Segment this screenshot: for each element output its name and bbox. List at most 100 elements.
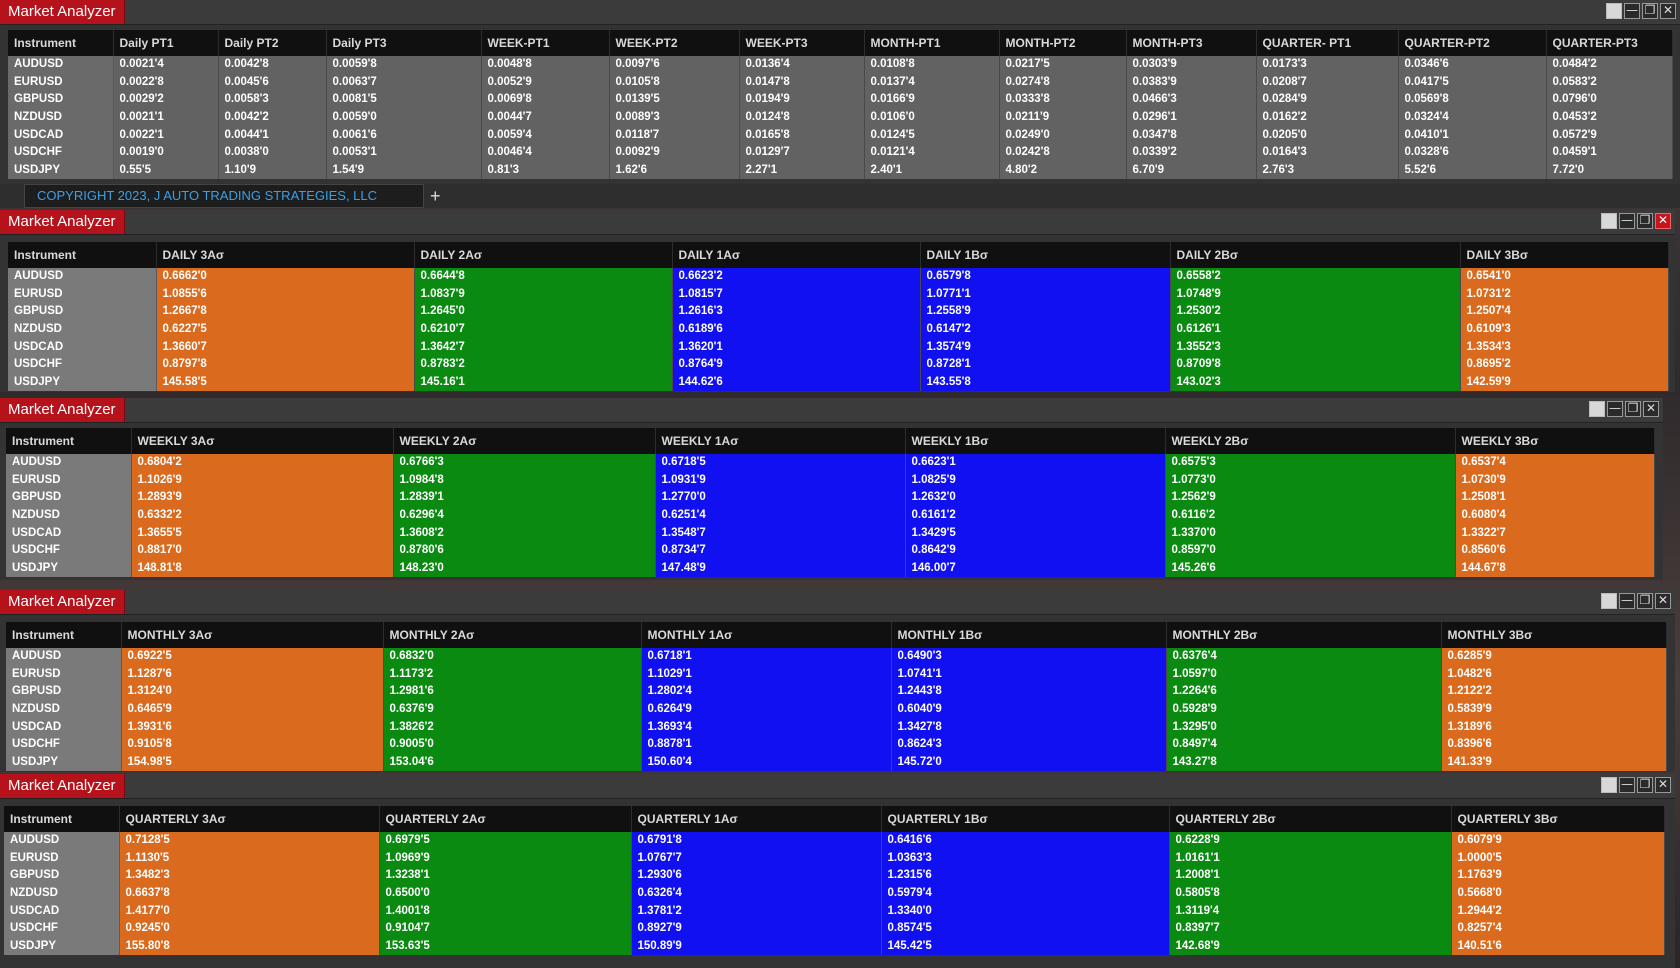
value-cell[interactable]: 1.2008'1: [1169, 867, 1452, 885]
value-cell[interactable]: 0.0121'4: [864, 143, 1000, 162]
value-cell[interactable]: 0.6285'9: [1441, 648, 1667, 666]
table-row[interactable]: GBPUSD 1.3482'3 1.3238'1 1.2930'6 1.2315'6 1.…: [4, 867, 1665, 885]
value-cell[interactable]: 0.0097'6: [609, 56, 740, 74]
column-header[interactable]: DAILY 2Bσ: [1170, 242, 1461, 268]
column-header[interactable]: MONTH-PT3: [1126, 30, 1257, 56]
value-cell[interactable]: 143.27'8: [1166, 753, 1442, 772]
value-cell[interactable]: 0.6718'5: [655, 454, 906, 472]
table-row[interactable]: EURUSD 1.1287'6 1.1173'2 1.1029'1 1.0741'1 1.…: [6, 665, 1667, 684]
value-cell[interactable]: 2.40'1: [864, 161, 1000, 180]
value-cell[interactable]: 0.6079'9: [1451, 832, 1665, 850]
table-row[interactable]: USDCHF 0.0019'0 0.0038'0 0.0053'1 0.0046'4 0.…: [8, 143, 1673, 162]
value-cell[interactable]: 148.81'8: [131, 559, 394, 578]
value-cell[interactable]: 1.3322'7: [1455, 524, 1655, 542]
value-cell[interactable]: 0.6541'0: [1460, 268, 1669, 286]
value-cell[interactable]: 0.6264'9: [641, 700, 892, 719]
value-cell[interactable]: 0.6623'2: [672, 268, 921, 286]
value-cell[interactable]: 0.0089'3: [609, 108, 740, 127]
value-cell[interactable]: 0.6766'3: [393, 454, 656, 472]
tab-copyright[interactable]: COPYRIGHT 2023, J AUTO TRADING STRATEGIE…: [24, 184, 424, 208]
instrument-cell[interactable]: NZDUSD: [6, 700, 122, 719]
value-cell[interactable]: 144.67'8: [1455, 559, 1655, 578]
value-cell[interactable]: 0.0208'7: [1256, 73, 1399, 92]
value-cell[interactable]: 0.0045'6: [218, 73, 327, 92]
value-cell[interactable]: 0.0129'7: [739, 143, 865, 162]
value-cell[interactable]: 1.0363'3: [881, 849, 1170, 868]
column-header[interactable]: DAILY 1Aσ: [672, 242, 921, 268]
close-icon[interactable]: ✕: [1655, 777, 1671, 793]
minimize-icon[interactable]: —: [1624, 3, 1640, 19]
value-cell[interactable]: 0.0569'8: [1398, 91, 1547, 109]
instrument-cell[interactable]: USDJPY: [8, 161, 114, 180]
value-cell[interactable]: 1.0969'9: [379, 849, 632, 868]
column-header[interactable]: QUARTER- PT1: [1256, 30, 1399, 56]
table-row[interactable]: AUDUSD 0.7128'5 0.6979'5 0.6791'8 0.6416'6 0.…: [4, 832, 1665, 850]
value-cell[interactable]: 0.6637'8: [119, 884, 380, 903]
column-header-instrument[interactable]: Instrument: [8, 242, 157, 268]
close-icon[interactable]: ✕: [1660, 3, 1676, 19]
value-cell[interactable]: 0.6832'0: [383, 648, 642, 666]
value-cell[interactable]: 1.1287'6: [121, 665, 384, 684]
value-cell[interactable]: 4.80'2: [999, 161, 1127, 180]
window-title[interactable]: Market Analyzer: [0, 774, 125, 798]
value-cell[interactable]: 0.0059'4: [481, 126, 610, 144]
value-cell[interactable]: 0.0069'8: [481, 91, 610, 109]
value-cell[interactable]: 1.3119'4: [1169, 902, 1452, 920]
value-cell[interactable]: 0.81'3: [481, 161, 610, 180]
value-cell[interactable]: 0.6296'4: [393, 506, 656, 525]
close-icon[interactable]: ✕: [1655, 593, 1671, 609]
table-row[interactable]: USDCAD 1.3931'6 1.3826'2 1.3693'4 1.3427'8 1.…: [6, 718, 1667, 736]
column-header[interactable]: MONTH-PT1: [864, 30, 1000, 56]
value-cell[interactable]: 146.00'7: [905, 559, 1166, 578]
table-row[interactable]: EURUSD 0.0022'8 0.0045'6 0.0063'7 0.0052'9 0.…: [8, 73, 1673, 92]
column-header-instrument[interactable]: Instrument: [6, 622, 122, 648]
value-cell[interactable]: 148.23'0: [393, 559, 656, 578]
column-header-instrument[interactable]: Instrument: [4, 806, 120, 832]
value-cell[interactable]: 7.72'0: [1546, 161, 1673, 180]
value-cell[interactable]: 0.0211'9: [999, 108, 1127, 127]
column-header[interactable]: DAILY 1Bσ: [920, 242, 1171, 268]
value-cell[interactable]: 1.2893'9: [131, 489, 394, 507]
table-row[interactable]: USDCHF 0.9105'8 0.9005'0 0.8878'1 0.8624'3 0.…: [6, 735, 1667, 754]
value-cell[interactable]: 0.6189'6: [672, 320, 921, 339]
value-cell[interactable]: 0.0324'4: [1398, 108, 1547, 127]
value-cell[interactable]: 1.54'9: [326, 161, 482, 180]
column-header[interactable]: WEEKLY 2Aσ: [393, 428, 656, 454]
value-cell[interactable]: 0.5805'8: [1169, 884, 1452, 903]
column-header[interactable]: MONTHLY 3Aσ: [121, 622, 384, 648]
value-cell[interactable]: 1.2530'2: [1170, 303, 1461, 321]
value-cell[interactable]: 0.6575'3: [1165, 454, 1456, 472]
restore-box-icon[interactable]: [1601, 213, 1617, 229]
value-cell[interactable]: 1.3660'7: [156, 338, 415, 356]
value-cell[interactable]: 1.3620'1: [672, 338, 921, 356]
value-cell[interactable]: 0.0147'8: [739, 73, 865, 92]
column-header[interactable]: DAILY 3Aσ: [156, 242, 415, 268]
value-cell[interactable]: 0.6490'3: [891, 648, 1167, 666]
value-cell[interactable]: 0.6376'4: [1166, 648, 1442, 666]
column-header[interactable]: QUARTERLY 3Bσ: [1451, 806, 1665, 832]
value-cell[interactable]: 142.68'9: [1169, 937, 1452, 956]
value-cell[interactable]: 0.0164'3: [1256, 143, 1399, 162]
maximize-icon[interactable]: ❐: [1637, 777, 1653, 793]
value-cell[interactable]: 0.0042'2: [218, 108, 327, 127]
value-cell[interactable]: 0.8797'8: [156, 355, 415, 374]
value-cell[interactable]: 0.6228'9: [1169, 832, 1452, 850]
maximize-icon[interactable]: ❐: [1625, 401, 1641, 417]
column-header[interactable]: MONTHLY 3Bσ: [1441, 622, 1667, 648]
value-cell[interactable]: 0.8695'2: [1460, 355, 1669, 374]
table-row[interactable]: NZDUSD 0.6465'9 0.6376'9 0.6264'9 0.6040'9 0.…: [6, 700, 1667, 719]
value-cell[interactable]: 1.0748'9: [1170, 285, 1461, 304]
value-cell[interactable]: 1.0482'6: [1441, 665, 1667, 684]
window-titlebar[interactable]: Market Analyzer — ❐ ✕: [0, 590, 1675, 615]
value-cell[interactable]: 0.6161'2: [905, 506, 1166, 525]
value-cell[interactable]: 1.2562'9: [1165, 489, 1456, 507]
value-cell[interactable]: 1.0815'7: [672, 285, 921, 304]
value-cell[interactable]: 0.6979'5: [379, 832, 632, 850]
value-cell[interactable]: 144.62'6: [672, 373, 921, 392]
value-cell[interactable]: 1.2616'3: [672, 303, 921, 321]
value-cell[interactable]: 1.3608'2: [393, 524, 656, 542]
value-cell[interactable]: 2.27'1: [739, 161, 865, 180]
maximize-icon[interactable]: ❐: [1637, 593, 1653, 609]
instrument-cell[interactable]: EURUSD: [6, 665, 122, 684]
window-title[interactable]: Market Analyzer: [0, 0, 125, 24]
